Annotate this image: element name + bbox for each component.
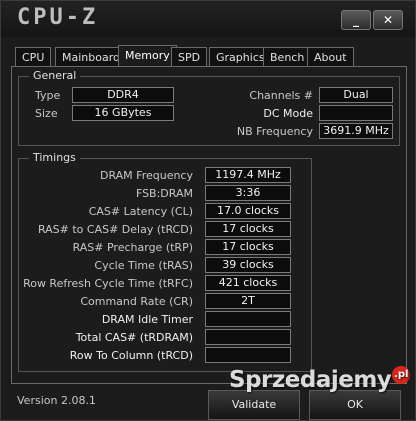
dc-mode-value [319, 105, 393, 121]
row-to-column-value [205, 347, 291, 363]
nb-frequency-value: 3691.9 MHz [319, 123, 393, 139]
timings-group: Timings DRAM Frequency 1197.4 MHz FSB:DR… [18, 151, 312, 372]
command-rate-value: 2T [205, 293, 291, 309]
tab-mainboard[interactable]: Mainboard [55, 47, 128, 67]
command-rate-label: Command Rate (CR) [80, 295, 193, 308]
channels-label: Channels # [249, 89, 313, 102]
channels-value: Dual [319, 87, 393, 103]
timings-group-title: Timings [29, 151, 80, 164]
watermark-text: Sprzedajemy [229, 367, 392, 393]
size-label: Size [35, 107, 58, 120]
tab-bench[interactable]: Bench [263, 47, 312, 67]
row-to-column-label: Row To Column (tRCD) [69, 349, 193, 362]
total-cas-label: Total CAS# (tRDRAM) [75, 331, 193, 344]
tab-memory[interactable]: Memory [118, 45, 177, 67]
ras-to-cas-label: RAS# to CAS# Delay (tRCD) [37, 223, 193, 236]
app-title: CPU-Z [17, 5, 99, 30]
fsb-dram-label: FSB:DRAM [135, 187, 193, 200]
general-group-title: General [29, 69, 81, 82]
cpuz-window: CPU-Z _ ✕ CPU Mainboard Memory SPD Graph… [0, 0, 416, 421]
fsb-dram-value: 3:36 [205, 185, 291, 201]
validate-button[interactable]: Validate [208, 390, 300, 420]
ras-precharge-value: 17 clocks [205, 239, 291, 255]
tab-bar: CPU Mainboard Memory SPD Graphics Bench … [15, 45, 405, 67]
dram-idle-timer-label: DRAM Idle Timer [101, 313, 193, 326]
version-label: Version 2.08.1 [17, 394, 96, 407]
tab-cpu[interactable]: CPU [15, 47, 52, 67]
size-value: 16 GBytes [72, 105, 174, 121]
type-label: Type [35, 89, 61, 102]
cycle-time-value: 39 clocks [205, 257, 291, 273]
dram-frequency-value: 1197.4 MHz [205, 167, 291, 183]
ras-to-cas-value: 17 clocks [205, 221, 291, 237]
ok-button[interactable]: OK [309, 390, 401, 420]
tab-spd[interactable]: SPD [171, 47, 208, 67]
ras-precharge-label: RAS# Precharge (tRP) [72, 241, 193, 254]
sprzedajemy-watermark: Sprzedajemy .pl [229, 366, 411, 394]
dram-idle-timer-value [205, 311, 291, 327]
type-value: DDR4 [72, 87, 174, 103]
row-refresh-label: Row Refresh Cycle Time (tRFC) [23, 277, 193, 290]
nb-frequency-label: NB Frequency [236, 125, 313, 138]
total-cas-value [205, 329, 291, 345]
memory-panel: General Type DDR4 Size 16 GBytes Channel… [11, 66, 407, 384]
cycle-time-label: Cycle Time (tRAS) [94, 259, 193, 272]
title-bar[interactable]: CPU-Z _ ✕ [1, 1, 415, 37]
general-group: General Type DDR4 Size 16 GBytes Channel… [18, 69, 400, 146]
tab-about[interactable]: About [307, 47, 354, 67]
row-refresh-value: 421 clocks [205, 275, 291, 291]
watermark-badge: .pl [392, 366, 411, 384]
dc-mode-label: DC Mode [263, 107, 313, 120]
minimize-button[interactable]: _ [341, 10, 371, 30]
cas-latency-value: 17.0 clocks [205, 203, 291, 219]
cas-latency-label: CAS# Latency (CL) [88, 205, 193, 218]
close-button[interactable]: ✕ [373, 10, 403, 30]
dram-frequency-label: DRAM Frequency [99, 169, 193, 182]
